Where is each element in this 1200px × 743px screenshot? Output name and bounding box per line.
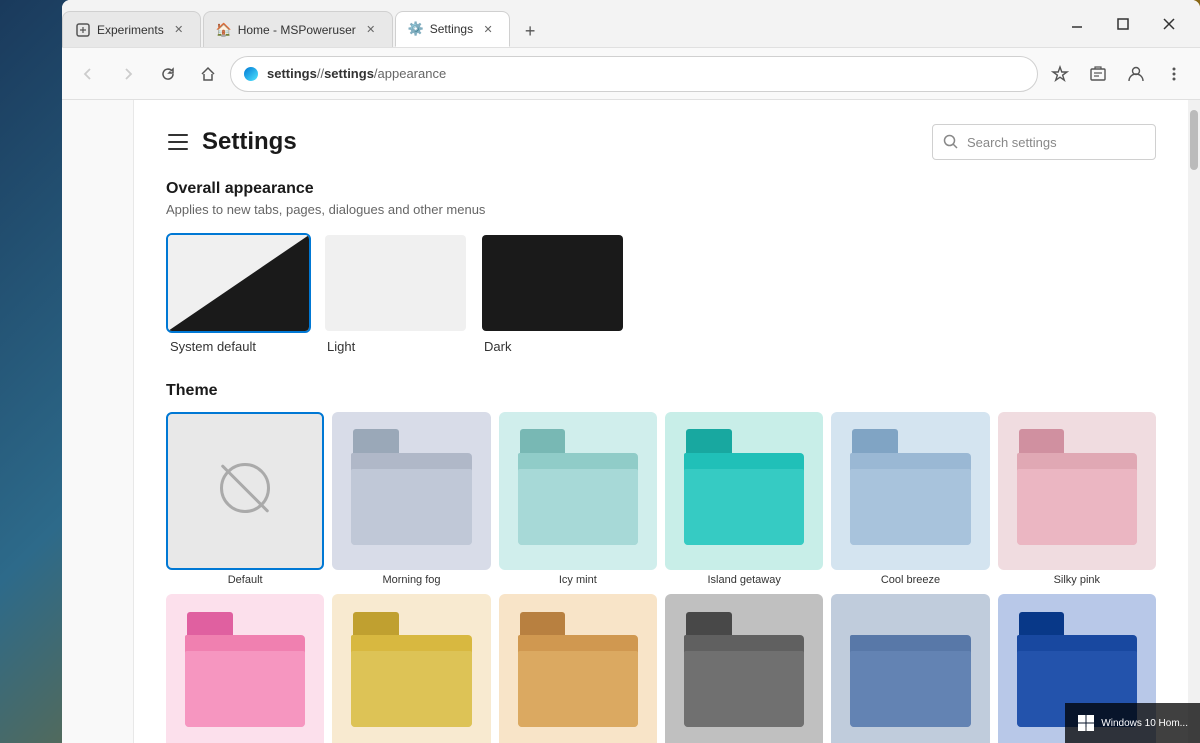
light-preview: [323, 233, 468, 333]
theme-card-cool_slate[interactable]: Cool slate: [831, 594, 989, 743]
theme-card-silky_pink[interactable]: Silky pink: [998, 412, 1156, 586]
settings-sidebar: [62, 100, 134, 743]
maximize-button[interactable]: [1100, 8, 1146, 40]
theme-card-morning_fog[interactable]: Morning fog: [332, 412, 490, 586]
browser-window: Experiments ✕ 🏠 Home - MSPoweruser ✕ ⚙️ …: [62, 0, 1200, 743]
collections-button[interactable]: [1080, 56, 1116, 92]
home-button[interactable]: [190, 56, 226, 92]
overall-appearance-title: Overall appearance: [166, 180, 1156, 198]
theme-card-default[interactable]: Default: [166, 412, 324, 586]
theme-preview-icy_mint: [499, 412, 657, 570]
tab-strip: Experiments ✕ 🏠 Home - MSPoweruser ✕ ⚙️ …: [62, 0, 1046, 47]
tab-settings-label: Settings: [430, 22, 473, 36]
theme-title: Theme: [166, 382, 1156, 400]
appearance-dark[interactable]: Dark: [480, 233, 625, 354]
theme-label-icy_mint: Icy mint: [499, 574, 657, 586]
menu-icon[interactable]: [166, 130, 190, 154]
theme-grid: Default Morning fog Icy mint: [166, 412, 1156, 743]
tab-settings-close[interactable]: ✕: [479, 20, 497, 38]
system-default-preview: [166, 233, 311, 333]
theme-card-cool_breeze[interactable]: Cool breeze: [831, 412, 989, 586]
theme-card-icy_mint[interactable]: Icy mint: [499, 412, 657, 586]
address-bar[interactable]: settings//settings/appearance: [230, 56, 1038, 92]
theme-label-silky_pink: Silky pink: [998, 574, 1156, 586]
tab-experiments[interactable]: Experiments ✕: [62, 11, 201, 47]
dark-preview: [480, 233, 625, 333]
settings-layout: Settings Overall appearance Applies to n…: [62, 100, 1200, 743]
experiments-icon: [75, 22, 91, 38]
close-button[interactable]: [1146, 8, 1192, 40]
nav-right-buttons: [1042, 56, 1192, 92]
overall-appearance-section: Overall appearance Applies to new tabs, …: [166, 180, 1156, 354]
settings-header: Settings: [166, 124, 1156, 160]
theme-card-mango_paradise[interactable]: Mango paradise: [499, 594, 657, 743]
appearance-options: System default Light Dark: [166, 233, 1156, 354]
theme-preview-morning_fog: [332, 412, 490, 570]
search-settings-box[interactable]: [932, 124, 1156, 160]
title-bar: Experiments ✕ 🏠 Home - MSPoweruser ✕ ⚙️ …: [62, 0, 1200, 48]
theme-label-cool_breeze: Cool breeze: [831, 574, 989, 586]
search-icon: [943, 134, 959, 150]
search-settings-input[interactable]: [967, 135, 1145, 150]
refresh-button[interactable]: [150, 56, 186, 92]
scrollbar[interactable]: [1188, 100, 1200, 743]
theme-preview-sunny_day: [332, 594, 490, 743]
system-default-label: System default: [166, 339, 311, 354]
favorites-star-button[interactable]: [1042, 56, 1078, 92]
tab-home-close[interactable]: ✕: [362, 21, 380, 39]
page-title: Settings: [202, 128, 297, 156]
appearance-light[interactable]: Light: [323, 233, 468, 354]
tab-experiments-label: Experiments: [97, 23, 164, 37]
tab-settings[interactable]: ⚙️ Settings ✕: [395, 11, 510, 47]
theme-preview-bubblegum: [166, 594, 324, 743]
theme-preview-mango_paradise: [499, 594, 657, 743]
tab-experiments-close[interactable]: ✕: [170, 21, 188, 39]
theme-preview-island_getaway: [665, 412, 823, 570]
theme-label-island_getaway: Island getaway: [665, 574, 823, 586]
settings-main-content: Settings Overall appearance Applies to n…: [134, 100, 1188, 743]
theme-preview-dark_stormy: [665, 594, 823, 743]
tab-home-label: Home - MSPoweruser: [238, 23, 356, 37]
taskbar-text: Windows 10 Hom...: [1101, 718, 1188, 729]
dark-label: Dark: [480, 339, 625, 354]
minimize-button[interactable]: [1054, 8, 1100, 40]
theme-preview-cool_breeze: [831, 412, 989, 570]
theme-label-morning_fog: Morning fog: [332, 574, 490, 586]
scrollbar-thumb[interactable]: [1190, 110, 1198, 170]
new-tab-button[interactable]: +: [514, 15, 546, 47]
profile-button[interactable]: [1118, 56, 1154, 92]
theme-section: Theme Default Morning fog: [166, 382, 1156, 743]
settings-tab-icon: ⚙️: [408, 21, 424, 37]
forward-button[interactable]: [110, 56, 146, 92]
theme-card-island_getaway[interactable]: Island getaway: [665, 412, 823, 586]
appearance-system-default[interactable]: System default: [166, 233, 311, 354]
window-controls: [1046, 8, 1200, 40]
nav-bar: settings//settings/appearance: [62, 48, 1200, 100]
home-tab-icon: 🏠: [216, 22, 232, 38]
settings-title-area: Settings: [166, 128, 297, 156]
theme-label-default: Default: [166, 574, 324, 586]
theme-card-dark_stormy[interactable]: Dark & stormy: [665, 594, 823, 743]
light-label: Light: [323, 339, 468, 354]
taskbar: Windows 10 Hom...: [1065, 703, 1200, 743]
theme-card-sunny_day[interactable]: Sunny day: [332, 594, 490, 743]
overall-appearance-subtitle: Applies to new tabs, pages, dialogues an…: [166, 202, 1156, 217]
more-options-button[interactable]: [1156, 56, 1192, 92]
back-button[interactable]: [70, 56, 106, 92]
theme-preview-default: [166, 412, 324, 570]
windows-logo: [1077, 714, 1095, 732]
tab-home[interactable]: 🏠 Home - MSPoweruser ✕: [203, 11, 393, 47]
theme-preview-cool_slate: [831, 594, 989, 743]
theme-preview-silky_pink: [998, 412, 1156, 570]
address-text: settings//settings/appearance: [267, 66, 446, 81]
theme-card-bubblegum[interactable]: Bubblegum: [166, 594, 324, 743]
